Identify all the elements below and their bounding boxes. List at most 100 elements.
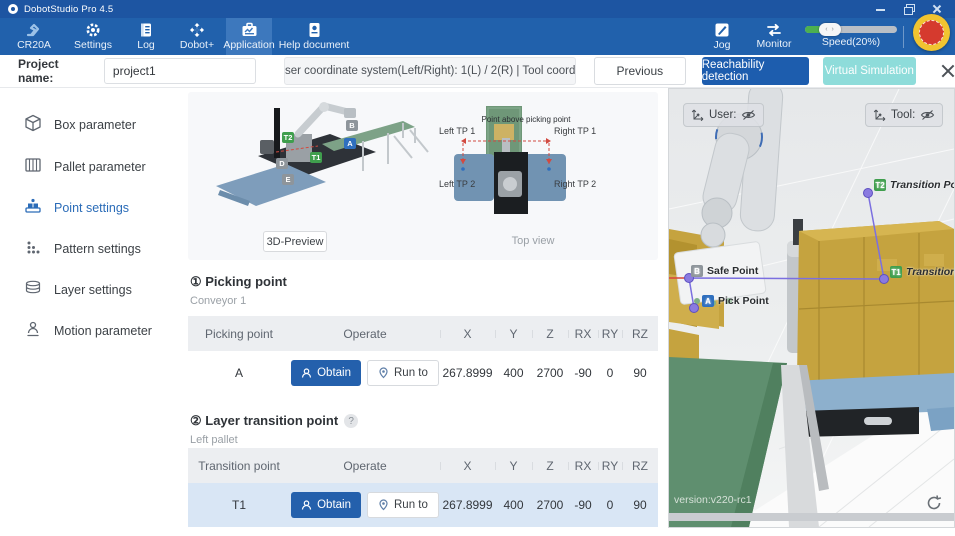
reachability-detection-button[interactable]: Reachability detection [702,57,809,85]
run-to-button[interactable]: Run to [367,492,439,518]
app-title: DobotStudio Pro 4.5 [24,4,113,15]
layer-stack-icon [24,279,42,300]
project-name-input[interactable] [104,58,256,84]
rx-value: -90 [568,366,598,380]
toolbar-item-dobot-plus[interactable]: Dobot+ [168,18,226,55]
point-name: A [188,366,290,380]
speed-label: Speed(20%) [822,36,880,48]
puzzle-plus-icon [189,22,205,38]
toolbar-item-monitor[interactable]: Monitor [746,18,802,55]
axis-icon [873,109,886,122]
pallet-grid-icon [24,156,42,177]
app-logo-icon [8,4,18,14]
simulation-viewport[interactable]: User: Tool: T2Transition Poir T1Transiti… [668,88,955,528]
x-value: 267.8999 [440,498,495,512]
preview-panel: T2 B A T1 D E Point above picking [188,92,658,260]
robot-arm-icon [25,22,43,38]
picking-point-subtitle: Conveyor 1 [190,295,246,307]
main-toolbar: CR20A Settings Log Dobot+ Application He… [0,18,955,55]
sidebar-item-box-parameter[interactable]: Box parameter [24,114,136,135]
help-document-icon [307,22,322,38]
run-to-button[interactable]: Run to [367,360,439,386]
point-label-t1: T1Transition I [890,266,955,278]
user-frame-toggle[interactable]: User: [683,103,764,127]
toolbar-item-help-document[interactable]: Help document [272,18,356,55]
ry-value: 0 [598,366,622,380]
speed-control: ‹ › Speed(20%) [802,18,900,55]
svg-text:B: B [349,121,355,130]
station-3d-preview-image: T2 B A T1 D E [198,94,438,234]
previous-button[interactable]: Previous [594,57,686,85]
svg-text:Point above picking point: Point above picking point [482,115,572,124]
transition-table-row[interactable]: T1 Obtain Run to 267.8999 400 2700 -90 0… [188,483,658,527]
top-view-caption: Top view [488,235,578,247]
version-label: version:v220-rc1 [674,494,752,506]
help-icon[interactable]: ? [344,414,358,428]
transition-point-table: Transition point Operate X Y Z RX RY RZ … [188,448,658,527]
run-to-pin-icon [378,499,389,511]
point-stack-icon [24,197,42,218]
svg-text:T2: T2 [284,133,293,142]
layer-transition-subtitle: Left pallet [190,434,238,446]
x-value: 267.8999 [440,366,495,380]
toolbar-divider [903,26,904,48]
y-value: 400 [495,498,532,512]
obtain-button[interactable]: Obtain [291,492,361,518]
obtain-person-icon [301,368,312,379]
emergency-stop-icon [919,20,944,45]
eye-off-icon[interactable] [741,109,756,121]
virtual-simulation-button[interactable]: Virtual Simulation [823,57,916,85]
picking-table-row[interactable]: A Obtain Run to 267.8999 400 2700 -90 0 … [188,351,658,395]
z-value: 2700 [532,498,568,512]
rz-value: 90 [622,498,658,512]
project-name-label: Project name: [18,57,94,85]
point-label-t2: T2Transition Poir [874,179,955,191]
simulation-scene [669,89,954,527]
obtain-button[interactable]: Obtain [291,360,361,386]
sidebar-item-point-settings[interactable]: Point settings [24,197,129,218]
svg-text:T1: T1 [312,153,321,162]
3d-preview-button[interactable]: 3D-Preview [263,231,327,252]
monitor-arrows-icon [765,23,783,37]
eye-off-icon[interactable] [920,109,935,121]
toolbar-item-log[interactable]: Log [124,18,168,55]
sidebar-item-pattern-settings[interactable]: Pattern settings [24,238,141,259]
pattern-dots-icon [24,238,42,259]
coordinate-system-dropdown[interactable]: Pallet user coordinate system(Left/Right… [284,57,576,85]
restore-button[interactable] [903,3,915,15]
motion-person-icon [24,320,42,341]
toolbar-item-jog[interactable]: Jog [698,18,746,55]
point-label-safe: BSafe Point [691,265,758,277]
close-panel-icon[interactable] [940,63,955,79]
y-value: 400 [495,366,532,380]
emergency-stop-button[interactable] [913,14,950,51]
toolbar-item-application[interactable]: Application [226,18,272,55]
rz-value: 90 [622,366,658,380]
minimize-button[interactable] [875,3,887,15]
obtain-person-icon [301,500,312,511]
box-cube-icon [24,114,42,135]
station-top-view-image: Point above picking point Left TP 1 Righ… [436,94,656,234]
bottom-strip [0,528,955,536]
point-name: T1 [188,498,290,512]
transition-table-header: Transition point Operate X Y Z RX RY RZ [188,448,658,483]
speed-slider[interactable]: ‹ › [805,26,897,33]
svg-text:D: D [279,159,285,168]
svg-text:E: E [285,175,290,184]
jog-pencil-icon [714,22,730,38]
svg-text:Right TP 1: Right TP 1 [554,126,596,136]
refresh-icon[interactable] [925,494,943,512]
picking-table-header: Picking point Operate X Y Z RX RY RZ [188,316,658,351]
tool-frame-toggle[interactable]: Tool: [865,103,943,127]
sidebar-item-motion-parameter[interactable]: Motion parameter [24,320,152,341]
window-titlebar: DobotStudio Pro 4.5 [0,0,955,18]
sidebar-nav: Box parameter Pallet parameter Point set… [0,88,180,536]
sidebar-item-pallet-parameter[interactable]: Pallet parameter [24,156,146,177]
sidebar-item-layer-settings[interactable]: Layer settings [24,279,132,300]
toolbar-item-robot[interactable]: CR20A [6,18,62,55]
speed-slider-handle[interactable]: ‹ › [819,23,841,36]
application-case-icon [241,22,258,38]
layer-transition-heading: ② Layer transition point ? [190,413,358,429]
toolbar-item-settings[interactable]: Settings [62,18,124,55]
run-to-pin-icon [378,367,389,379]
